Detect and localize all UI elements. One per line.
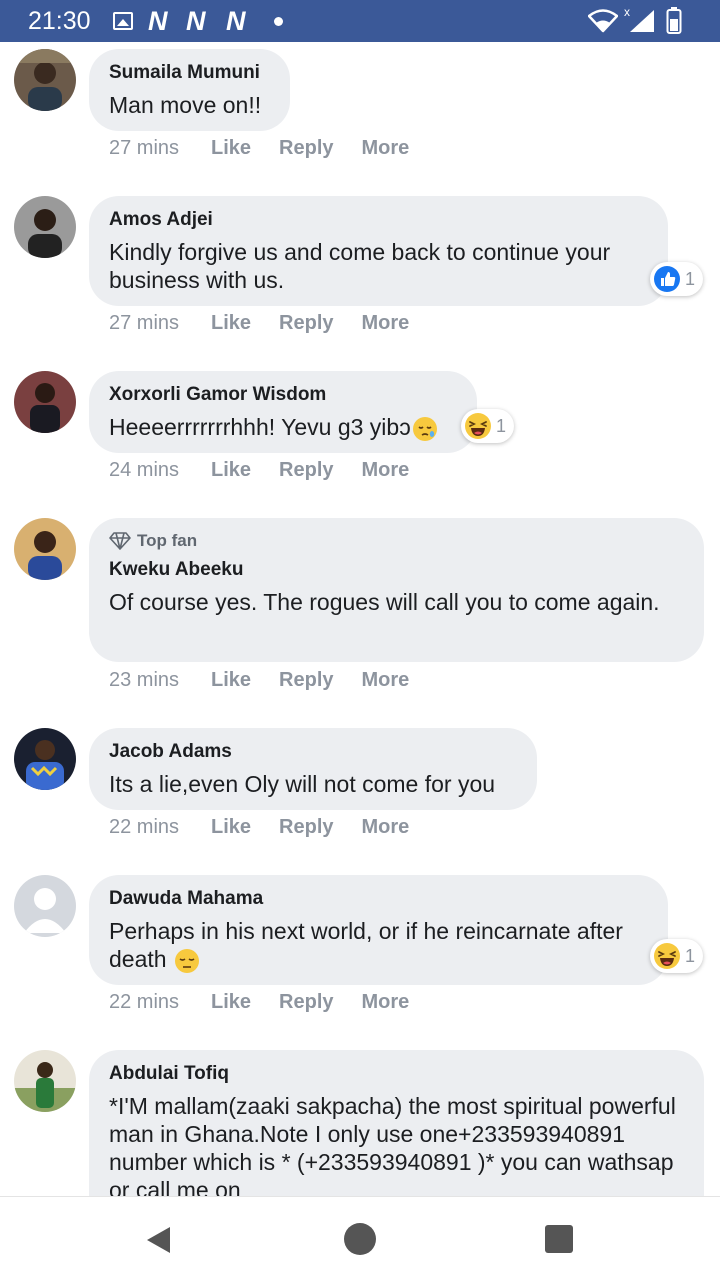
home-icon[interactable]	[344, 1223, 376, 1255]
comment-text: Heeeerrrrrrrhhh! Yevu g3 yibɔ	[109, 413, 457, 443]
comment-time[interactable]: 27 mins	[109, 137, 211, 160]
comment-author[interactable]: Kweku Abeeku	[109, 558, 684, 582]
comment-time[interactable]: 22 mins	[109, 991, 211, 1014]
avatar[interactable]	[14, 1050, 76, 1112]
comment-text: Man move on!!	[109, 92, 262, 118]
reply-button[interactable]: Reply	[279, 137, 333, 160]
avatar[interactable]	[14, 49, 76, 111]
comment-time[interactable]: 22 mins	[109, 816, 211, 839]
top-fan-label: Top fan	[137, 531, 198, 550]
comment-author[interactable]: Xorxorli Gamor Wisdom	[109, 383, 457, 407]
comment-author[interactable]: Abdulai Tofiq	[109, 1062, 684, 1086]
back-icon[interactable]	[144, 1225, 174, 1255]
comment-time[interactable]: 24 mins	[109, 459, 211, 482]
status-right-icons: x	[588, 6, 698, 36]
avatar[interactable]	[14, 518, 76, 580]
avatar[interactable]	[14, 196, 76, 258]
comment-bubble[interactable]: Sumaila Mumuni Man move on!!	[89, 49, 290, 131]
comment-time[interactable]: 23 mins	[109, 669, 211, 692]
comment-text: Perhaps in his next world, or if he rein…	[109, 917, 648, 975]
more-button[interactable]: More	[362, 669, 410, 692]
avatar[interactable]	[14, 875, 76, 937]
like-button[interactable]: Like	[211, 816, 251, 839]
diamond-icon	[109, 532, 131, 550]
signal-icon: x	[624, 6, 654, 32]
haha-reaction-icon	[465, 413, 491, 439]
svg-text:x: x	[624, 6, 630, 19]
comment-text: Its a lie,even Oly will not come for you	[109, 771, 496, 797]
comment-time[interactable]: 27 mins	[109, 312, 211, 335]
pensive-face-emoji-icon	[174, 948, 199, 973]
comment-author[interactable]: Dawuda Mahama	[109, 887, 648, 911]
like-reaction-icon	[654, 266, 680, 292]
recents-icon[interactable]	[545, 1225, 573, 1253]
status-time: 21:30	[28, 7, 91, 35]
more-button[interactable]: More	[362, 459, 410, 482]
reply-button[interactable]: Reply	[279, 816, 333, 839]
battery-icon	[666, 7, 682, 34]
reaction-summary[interactable]: 1	[461, 409, 515, 443]
n-icon: N	[186, 6, 205, 36]
status-bar: 21:30 N N N x	[0, 0, 720, 42]
reaction-count: 1	[496, 415, 507, 436]
comment-text: *I'M mallam(zaaki sakpacha) the most spi…	[109, 1093, 676, 1196]
comment-text-content: Heeeerrrrrrrhhh! Yevu g3 yibɔ	[109, 414, 411, 440]
avatar[interactable]	[14, 371, 76, 433]
comment-bubble[interactable]: Top fan Kweku Abeeku Of course yes. The …	[89, 518, 704, 662]
more-button[interactable]: More	[362, 312, 410, 335]
notification-dot-icon	[274, 17, 283, 26]
reply-button[interactable]: Reply	[279, 991, 333, 1014]
comment-actions: 23 mins Like Reply More	[109, 667, 437, 693]
like-button[interactable]: Like	[211, 991, 251, 1014]
reply-button[interactable]: Reply	[279, 312, 333, 335]
reply-button[interactable]: Reply	[279, 459, 333, 482]
navigation-bar	[0, 1196, 720, 1280]
like-button[interactable]: Like	[211, 137, 251, 160]
reply-button[interactable]: Reply	[279, 669, 333, 692]
avatar[interactable]	[14, 728, 76, 790]
image-icon	[113, 12, 133, 30]
reaction-summary[interactable]: 1	[650, 262, 704, 296]
comment-bubble[interactable]: Jacob Adams Its a lie,even Oly will not …	[89, 728, 537, 810]
comment-author[interactable]: Sumaila Mumuni	[109, 61, 270, 85]
sleepy-face-emoji-icon	[412, 416, 437, 441]
reaction-count: 1	[685, 945, 696, 966]
more-button[interactable]: More	[362, 816, 410, 839]
n-icon: N	[226, 6, 245, 36]
like-button[interactable]: Like	[211, 669, 251, 692]
comment-bubble[interactable]: Amos Adjei Kindly forgive us and come ba…	[89, 196, 668, 306]
like-button[interactable]: Like	[211, 459, 251, 482]
comment-author[interactable]: Amos Adjei	[109, 208, 648, 232]
more-button[interactable]: More	[362, 137, 410, 160]
default-avatar-icon	[14, 875, 76, 937]
comment-text: Kindly forgive us and come back to conti…	[109, 239, 611, 293]
top-fan-badge: Top fan	[109, 530, 684, 552]
comment-bubble[interactable]: Dawuda Mahama Perhaps in his next world,…	[89, 875, 668, 985]
comment-bubble[interactable]: Abdulai Tofiq *I'M mallam(zaaki sakpacha…	[89, 1050, 704, 1196]
comment-actions: 22 mins Like Reply More	[109, 989, 437, 1015]
reaction-summary[interactable]: 1	[650, 939, 704, 973]
comment-actions: 27 mins Like Reply More	[109, 135, 437, 161]
n-icon: N	[148, 6, 167, 36]
comment-bubble[interactable]: Xorxorli Gamor Wisdom Heeeerrrrrrrhhh! Y…	[89, 371, 477, 453]
reaction-count: 1	[685, 268, 696, 289]
comment-actions: 24 mins Like Reply More	[109, 457, 437, 483]
comment-text: Of course yes. The rogues will call you …	[109, 589, 660, 615]
wifi-icon	[588, 9, 618, 33]
comment-actions: 27 mins Like Reply More	[109, 310, 437, 336]
comment-actions: 22 mins Like Reply More	[109, 814, 437, 840]
haha-reaction-icon	[654, 943, 680, 969]
comments-list[interactable]: Sumaila Mumuni Man move on!! 27 mins Lik…	[0, 42, 720, 1196]
more-button[interactable]: More	[362, 991, 410, 1014]
like-button[interactable]: Like	[211, 312, 251, 335]
comment-author[interactable]: Jacob Adams	[109, 740, 517, 764]
